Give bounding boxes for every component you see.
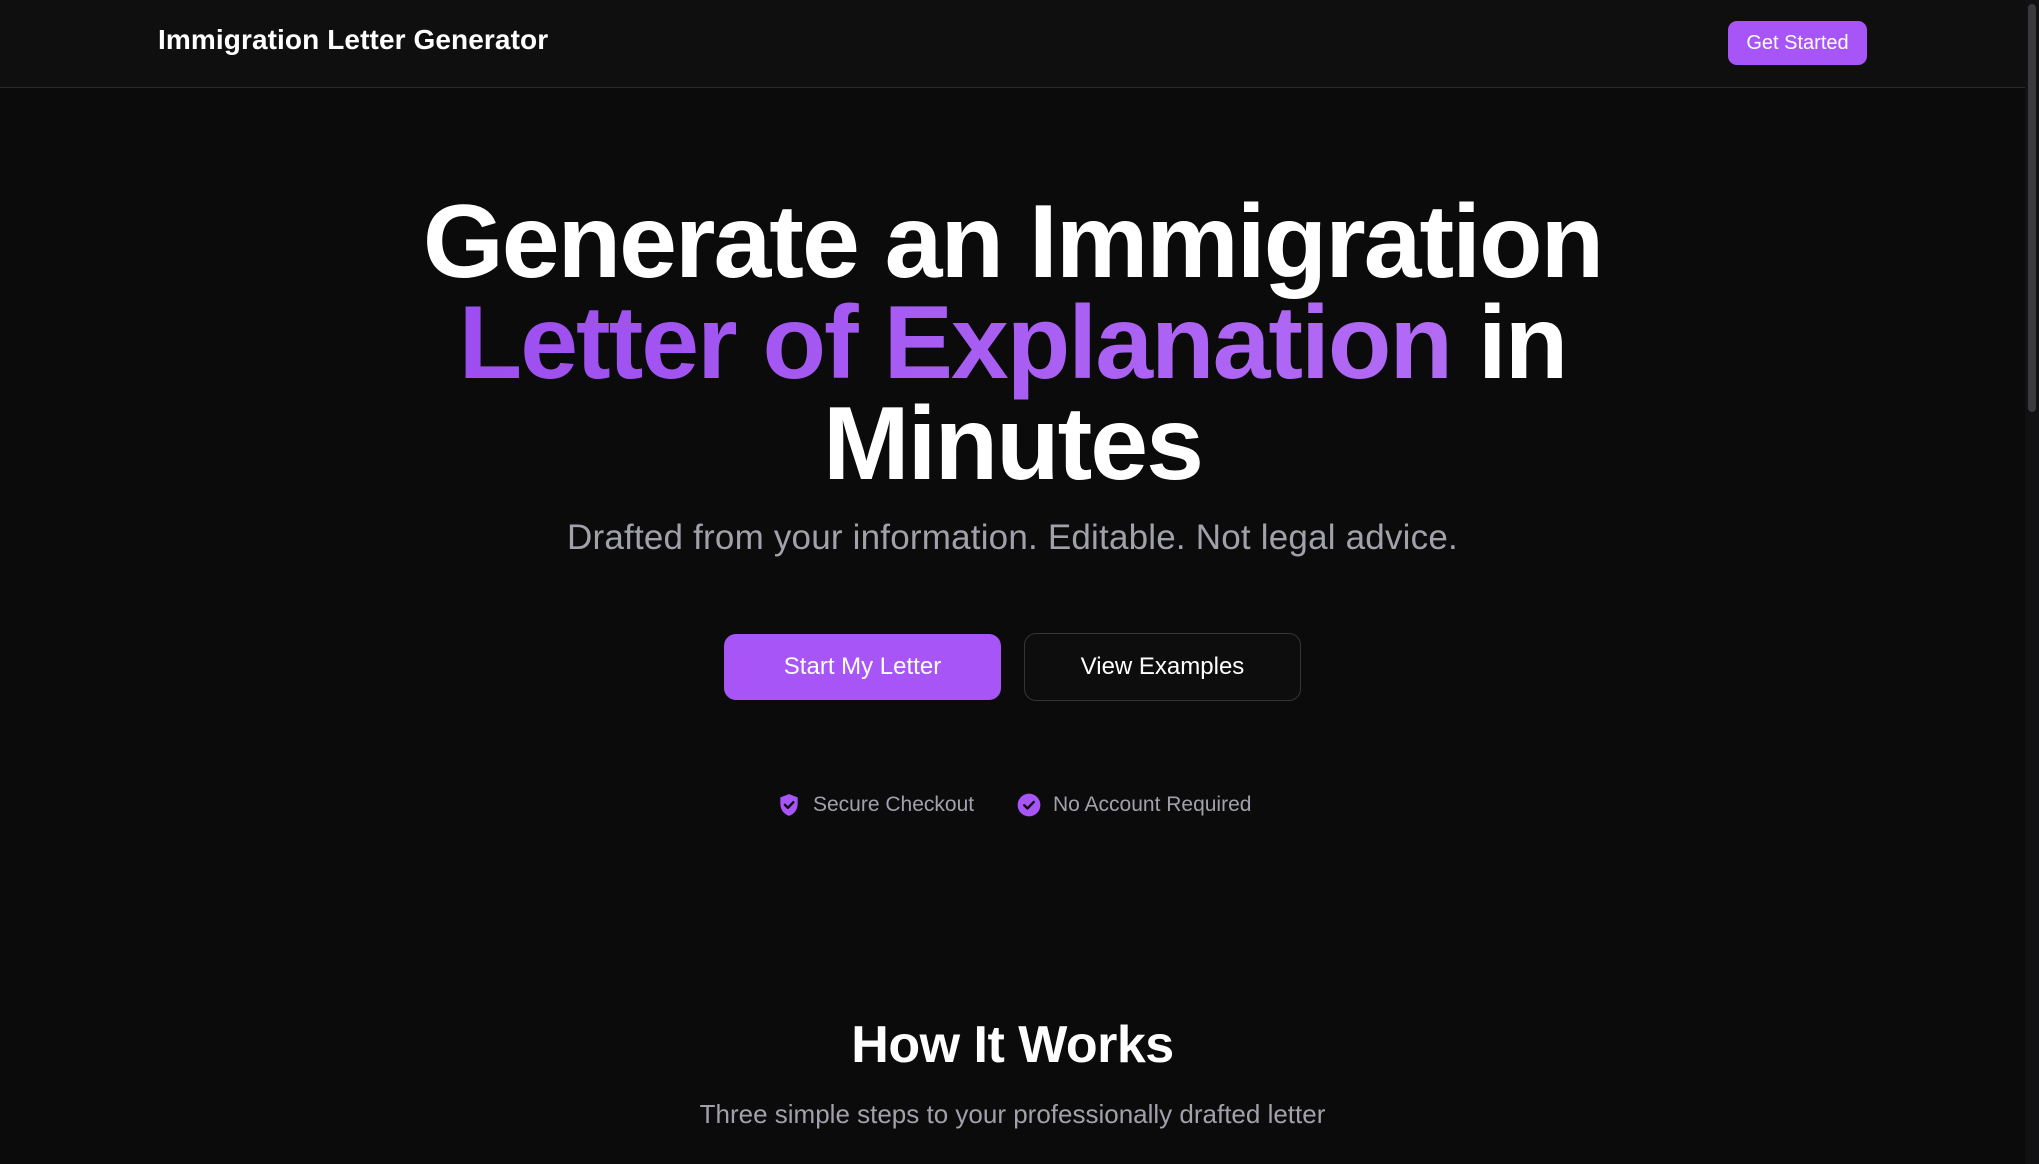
hero-title-accent: Letter of Explanation (458, 285, 1453, 401)
get-started-button[interactable]: Get Started (1728, 21, 1867, 65)
hero-title-in: in (1450, 285, 1568, 401)
start-my-letter-button[interactable]: Start My Letter (724, 634, 1001, 700)
scrollbar-thumb[interactable] (2028, 4, 2036, 412)
brand-title[interactable]: Immigration Letter Generator (158, 24, 548, 56)
trust-label: No Account Required (1053, 793, 1252, 816)
page: Immigration Letter Generator Get Started… (0, 0, 2039, 1164)
trust-label: Secure Checkout (813, 793, 975, 816)
page-scrollbar[interactable] (2025, 0, 2039, 1164)
hero-title-line-2: Letter of Explanation in (0, 291, 2025, 395)
top-nav: Immigration Letter Generator Get Started (0, 0, 2025, 88)
shield-check-icon (776, 792, 802, 818)
hero-title-line-1: Generate an Immigration (422, 184, 1604, 300)
hero-title-line-3: Minutes (823, 386, 1204, 502)
view-examples-button[interactable]: View Examples (1024, 633, 1301, 701)
how-it-works-title: How It Works (851, 1016, 1174, 1074)
check-circle-icon (1016, 792, 1042, 818)
how-it-works-subtitle: Three simple steps to your professionall… (699, 1099, 1326, 1129)
trust-item-secure-checkout: Secure Checkout (776, 790, 974, 820)
hero-subtitle: Drafted from your information. Editable.… (567, 518, 1458, 557)
trust-item-no-account: No Account Required (1016, 790, 1251, 820)
hero-title: Generate an Immigration Letter of Explan… (0, 184, 2025, 502)
